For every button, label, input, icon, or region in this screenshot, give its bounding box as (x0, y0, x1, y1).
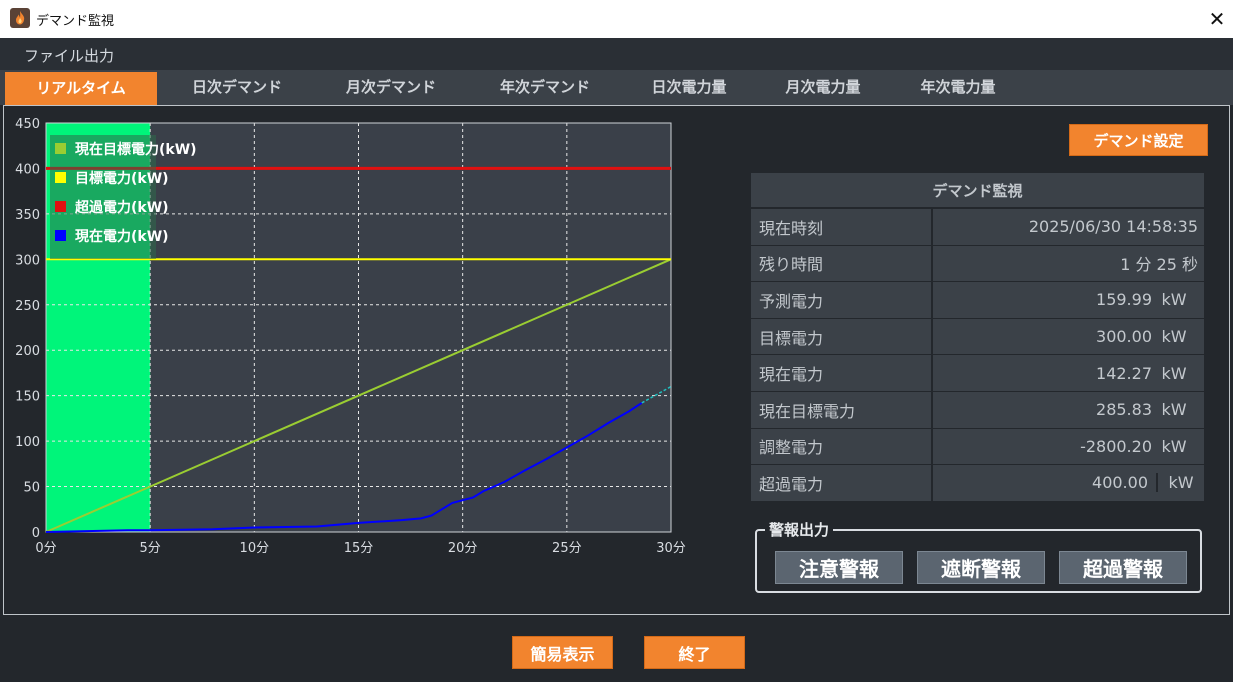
tab-bar: リアルタイム 日次デマンド 月次デマンド 年次デマンド 日次電力量 月次電力量 … (0, 70, 1233, 105)
y-tick-label: 100 (15, 435, 40, 450)
row-value-remaining-time: 1 分 25 秒 (933, 245, 1204, 282)
legend-swatch (55, 230, 66, 241)
row-label-target-power: 目標電力 (751, 318, 933, 355)
menu-file-output[interactable]: ファイル出力 (24, 45, 114, 66)
table-row: 現在目標電力 285.83 kW (751, 391, 1204, 429)
row-value-excess-power: 400.00 kW (933, 465, 1204, 501)
demand-table-title: デマンド監視 (751, 173, 1204, 209)
y-tick-label: 450 (15, 117, 40, 132)
table-row: 目標電力 300.00 kW (751, 318, 1204, 356)
legend-label: 現在電力(kW) (75, 228, 169, 245)
x-tick-label: 25分 (552, 541, 582, 556)
y-tick-label: 200 (15, 344, 40, 359)
alarm-output-legend: 警報出力 (765, 519, 834, 540)
row-label-excess-power: 超過電力 (751, 465, 933, 501)
demand-chart: 0 50 100 150 200 250 300 350 400 450 0分 5分 10分 15分 20分… (4, 106, 704, 576)
demand-chart-svg: 0 50 100 150 200 250 300 350 400 450 0分 5分 10分 15分 20分… (15, 117, 686, 556)
table-row: 予測電力 159.99 kW (751, 282, 1204, 319)
tab-realtime[interactable]: リアルタイム (5, 72, 157, 105)
x-tick-label: 10分 (240, 541, 270, 556)
caution-alarm-button[interactable]: 注意警報 (775, 551, 903, 584)
legend-label: 目標電力(kW) (75, 170, 169, 187)
x-tick-label: 30分 (656, 541, 686, 556)
tab-yearly-demand[interactable]: 年次デマンド (470, 70, 620, 105)
row-value-current-target-power: 285.83 kW (933, 391, 1204, 428)
demand-settings-button[interactable]: デマンド設定 (1069, 124, 1208, 156)
row-label-current-target-power: 現在目標電力 (751, 391, 933, 428)
row-label-current-time: 現在時刻 (751, 209, 933, 245)
row-value-adjust-power: -2800.20 kW (933, 428, 1204, 465)
cutoff-alarm-button[interactable]: 遮断警報 (917, 551, 1045, 584)
y-tick-label: 150 (15, 390, 40, 405)
row-value-forecast-power: 159.99 kW (933, 282, 1204, 318)
table-row: 残り時間 1 分 25 秒 (751, 245, 1204, 283)
tab-monthly-demand[interactable]: 月次デマンド (316, 70, 466, 105)
y-tick-label: 50 (23, 481, 40, 496)
x-tick-label: 20分 (448, 541, 478, 556)
legend-swatch (55, 201, 66, 212)
exit-button[interactable]: 終了 (644, 636, 745, 669)
simple-view-button[interactable]: 簡易表示 (512, 636, 613, 669)
x-tick-label: 5分 (140, 541, 161, 556)
row-label-adjust-power: 調整電力 (751, 428, 933, 465)
legend-label: 現在目標電力(kW) (75, 141, 197, 158)
close-button[interactable]: ✕ (1201, 0, 1233, 38)
y-tick-label: 250 (15, 299, 40, 314)
table-row: 調整電力 -2800.20 kW (751, 428, 1204, 466)
tab-monthly-energy[interactable]: 月次電力量 (748, 70, 898, 105)
tab-daily-energy[interactable]: 日次電力量 (614, 70, 764, 105)
table-row: 現在時刻 2025/06/30 14:58:35 (751, 209, 1204, 246)
row-value-current-time: 2025/06/30 14:58:35 (933, 209, 1204, 245)
y-tick-label: 400 (15, 162, 40, 177)
x-tick-label: 15分 (344, 541, 374, 556)
tab-yearly-energy[interactable]: 年次電力量 (883, 70, 1033, 105)
y-tick-label: 300 (15, 253, 40, 268)
window-title: デマンド監視 (36, 14, 115, 29)
row-label-forecast-power: 予測電力 (751, 282, 933, 318)
x-tick-label: 0分 (35, 541, 56, 556)
alarm-output-group: 警報出力 注意警報 遮断警報 超過警報 (755, 519, 1202, 593)
row-value-current-power: 142.27 kW (933, 355, 1204, 391)
footer-bar: 簡易表示 終了 (0, 616, 1233, 682)
realtime-panel: 0 50 100 150 200 250 300 350 400 450 0分 5分 10分 15分 20分… (3, 105, 1230, 615)
title-bar: デマンド監視 ✕ (0, 0, 1233, 38)
table-row: 超過電力 400.00 kW (751, 465, 1204, 502)
table-row: 現在電力 142.27 kW (751, 355, 1204, 392)
legend-swatch (55, 172, 66, 183)
row-label-current-power: 現在電力 (751, 355, 933, 391)
legend-label: 超過電力(kW) (74, 199, 169, 216)
close-icon: ✕ (1208, 7, 1226, 31)
y-tick-label: 350 (15, 208, 40, 223)
tab-daily-demand[interactable]: 日次デマンド (162, 70, 312, 105)
row-label-remaining-time: 残り時間 (751, 245, 933, 282)
row-value-target-power: 300.00 kW (933, 318, 1204, 355)
app-flame-icon (10, 8, 30, 28)
menu-bar: ファイル出力 (0, 38, 1233, 70)
y-tick-label: 0 (32, 526, 40, 541)
excess-alarm-button[interactable]: 超過警報 (1059, 551, 1187, 584)
demand-monitor-table: デマンド監視 現在時刻 2025/06/30 14:58:35 残り時間 1 分… (751, 173, 1204, 502)
legend-swatch (55, 143, 66, 154)
